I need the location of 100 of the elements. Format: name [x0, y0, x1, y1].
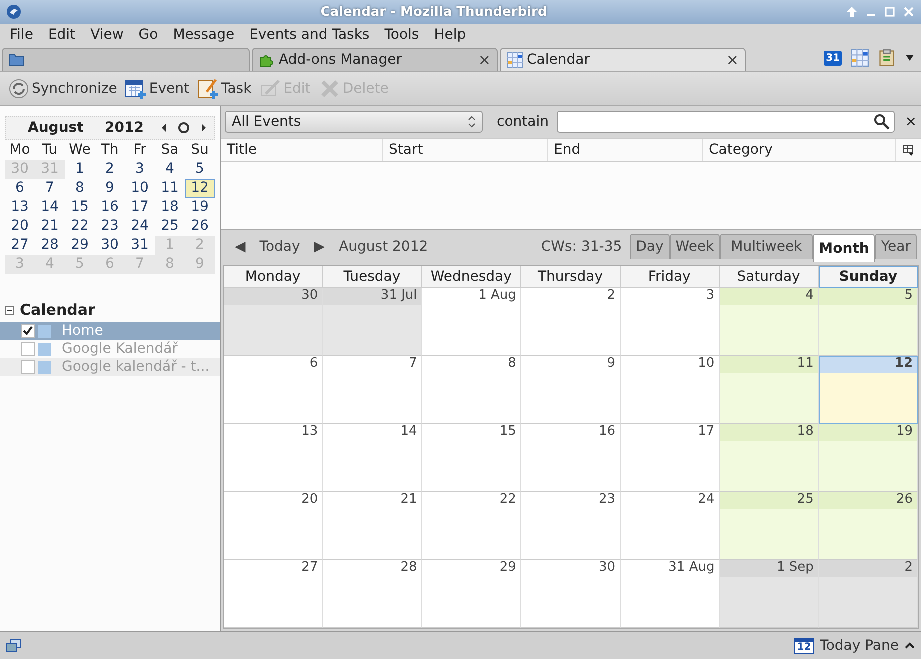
day-cell[interactable]: 27	[224, 560, 324, 628]
checkbox[interactable]	[21, 324, 35, 338]
collapse-icon[interactable]	[5, 306, 14, 314]
search-field[interactable]	[556, 111, 896, 133]
day-cell[interactable]: 2	[818, 560, 918, 628]
view-tab[interactable]: Day	[630, 234, 670, 259]
day-cell[interactable]: 16	[521, 424, 621, 492]
mini-calendar-day[interactable]: 30	[95, 236, 125, 255]
day-cell[interactable]: 18	[720, 424, 819, 492]
day-cell[interactable]: 7	[323, 356, 422, 424]
windows-icon[interactable]	[6, 638, 22, 652]
chevron-up-icon[interactable]	[905, 642, 915, 649]
toolbar-button[interactable]: Synchronize	[4, 74, 122, 102]
day-cell[interactable]: 30	[521, 560, 621, 628]
day-cell[interactable]: 11	[720, 356, 819, 424]
clipboard-icon[interactable]	[878, 49, 896, 67]
previous-button[interactable]: ◀	[235, 239, 246, 255]
mini-calendar-day[interactable]: 18	[155, 198, 185, 217]
today-circle-icon[interactable]	[178, 122, 190, 134]
day-cell[interactable]: 13	[224, 424, 324, 492]
next-button[interactable]: ▶	[314, 239, 326, 255]
mini-calendar-day[interactable]: 11	[155, 179, 185, 198]
day-cell[interactable]: 19	[818, 424, 918, 492]
day-cell[interactable]: 5	[818, 288, 918, 356]
menu-item[interactable]: Message	[173, 26, 235, 42]
day-cell[interactable]: 3	[620, 288, 720, 356]
mini-calendar-day[interactable]: 2	[95, 160, 125, 179]
calendar-day-icon[interactable]: 31	[824, 50, 842, 66]
toolbar-button[interactable]: Task	[193, 74, 256, 102]
mini-calendar-day[interactable]: 6	[5, 179, 35, 198]
mini-calendar-day[interactable]: 19	[185, 198, 215, 217]
day-cell[interactable]: 26	[818, 492, 918, 560]
view-tab[interactable]: Multiweek	[720, 234, 814, 259]
day-cell[interactable]: 2	[521, 288, 621, 356]
menu-item[interactable]: Go	[138, 26, 158, 42]
day-cell[interactable]: 1 Sep	[720, 560, 819, 628]
dropdown-arrow-icon[interactable]	[905, 54, 915, 62]
day-cell[interactable]: 20	[224, 492, 324, 560]
day-cell[interactable]: 14	[323, 424, 422, 492]
day-cell[interactable]: 24	[620, 492, 720, 560]
mini-calendar-day[interactable]: 20	[5, 217, 35, 236]
day-cell[interactable]: 1 Aug	[422, 288, 522, 356]
event-filter-dropdown[interactable]: All Events	[225, 111, 483, 133]
mini-calendar-day[interactable]: 31	[125, 236, 155, 255]
view-tab[interactable]: Week	[670, 234, 720, 259]
mini-calendar-day[interactable]: 26	[185, 217, 215, 236]
day-cell[interactable]: 4	[720, 288, 819, 356]
close-button[interactable]: ×	[905, 114, 917, 130]
view-tab[interactable]: Month	[813, 234, 876, 262]
menu-item[interactable]: Help	[434, 26, 466, 42]
mini-calendar-day[interactable]: 17	[125, 198, 155, 217]
day-cell[interactable]: 8	[422, 356, 522, 424]
day-cell[interactable]: 21	[323, 492, 422, 560]
mini-calendar-day[interactable]: 28	[35, 236, 65, 255]
day-cell[interactable]: 30	[224, 288, 324, 356]
mini-calendar-day[interactable]: 27	[5, 236, 35, 255]
day-cell[interactable]: 23	[521, 492, 621, 560]
calendar-day-icon[interactable]: 12	[794, 638, 814, 654]
menu-item[interactable]: Events and Tasks	[250, 26, 370, 42]
menu-item[interactable]: View	[90, 26, 124, 42]
mini-calendar-day[interactable]: 21	[35, 217, 65, 236]
day-cell[interactable]: 6	[224, 356, 324, 424]
tab[interactable]: Calendar ×	[500, 48, 746, 71]
column-picker-icon[interactable]	[903, 144, 914, 156]
mini-calendar-day[interactable]: 29	[65, 236, 95, 255]
mini-calendar-day[interactable]: 15	[65, 198, 95, 217]
mini-calendar-day[interactable]: 7	[35, 179, 65, 198]
mini-calendar-day[interactable]: 3	[125, 160, 155, 179]
mini-calendar-day[interactable]: 5	[185, 160, 215, 179]
day-cell[interactable]: 17	[620, 424, 720, 492]
day-cell[interactable]: 12	[818, 356, 918, 424]
mini-calendar-day[interactable]: 25	[155, 217, 185, 236]
mini-calendar-day[interactable]: 4	[155, 160, 185, 179]
day-cell[interactable]: 22	[422, 492, 522, 560]
day-cell[interactable]: 31 Aug	[620, 560, 720, 628]
day-cell[interactable]: 10	[620, 356, 720, 424]
day-cell[interactable]: 29	[422, 560, 522, 628]
menu-item[interactable]: File	[10, 26, 34, 42]
day-cell[interactable]: 15	[422, 424, 522, 492]
column-header[interactable]: Title	[221, 139, 383, 161]
day-cell[interactable]: 25	[720, 492, 819, 560]
toolbar-button[interactable]: Event	[121, 74, 194, 102]
mini-calendar-day[interactable]: 1	[65, 160, 95, 179]
menu-item[interactable]: Tools	[384, 26, 420, 42]
calendar-grid-icon[interactable]	[851, 49, 869, 67]
tab[interactable]: Add-ons Manager ×	[252, 48, 498, 71]
mini-calendar-day[interactable]: 22	[65, 217, 95, 236]
mini-calendar-day[interactable]: 14	[35, 198, 65, 217]
view-tab[interactable]: Year	[875, 234, 917, 259]
day-cell[interactable]: 31 Jul	[323, 288, 422, 356]
mini-calendar-day[interactable]: 10	[125, 179, 155, 198]
column-header[interactable]: Category	[703, 139, 896, 161]
mini-calendar-day[interactable]: 12	[185, 179, 215, 198]
mini-calendar-day[interactable]: 24	[125, 217, 155, 236]
tab-close-button[interactable]: ×	[726, 51, 739, 69]
tab-close-button[interactable]: ×	[478, 51, 491, 69]
day-cell[interactable]: 28	[323, 560, 422, 628]
mini-calendar-day[interactable]: 8	[65, 179, 95, 198]
mini-calendar-day[interactable]: 16	[95, 198, 125, 217]
menu-item[interactable]: Edit	[48, 26, 76, 42]
